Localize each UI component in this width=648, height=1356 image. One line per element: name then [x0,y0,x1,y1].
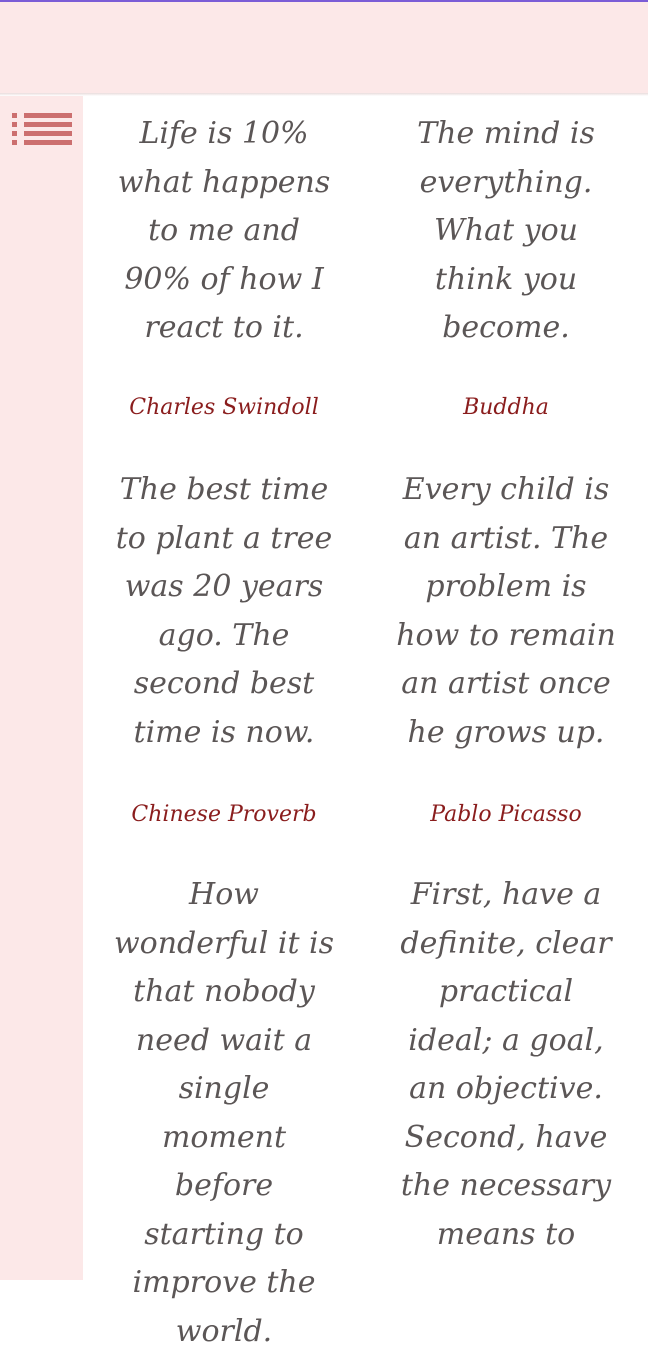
list-icon[interactable] [12,113,72,145]
quote-text: Every child is an artist. The problem is… [396,472,616,750]
quote-card[interactable]: Life is 10% what happens to me and 90% o… [113,110,335,420]
quote-author: Charles Swindoll [129,395,319,420]
quote-card[interactable]: The mind is everything. What you think y… [395,110,617,420]
quote-text: The mind is everything. What you think y… [417,116,595,345]
quote-card[interactable]: First, have a definite, clear practical … [395,871,617,1271]
quote-card[interactable]: How wonderful it is that nobody need wai… [113,871,335,1349]
quote-text: The best time to plant a tree was 20 yea… [115,472,333,750]
sidebar [0,96,83,1280]
quote-text: How wonderful it is that nobody need wai… [113,877,335,1349]
app-top-bar [0,0,648,93]
quote-text: Life is 10% what happens to me and 90% o… [117,116,331,345]
quotes-grid: Life is 10% what happens to me and 90% o… [83,96,648,1349]
quote-text: First, have a definite, clear practical … [400,877,612,1252]
quote-author: Chinese Proverb [131,802,317,827]
quote-author: Pablo Picasso [430,802,582,827]
quote-card[interactable]: Every child is an artist. The problem is… [395,466,617,827]
quote-author: Buddha [463,395,549,420]
quote-card[interactable]: The best time to plant a tree was 20 yea… [113,466,335,827]
